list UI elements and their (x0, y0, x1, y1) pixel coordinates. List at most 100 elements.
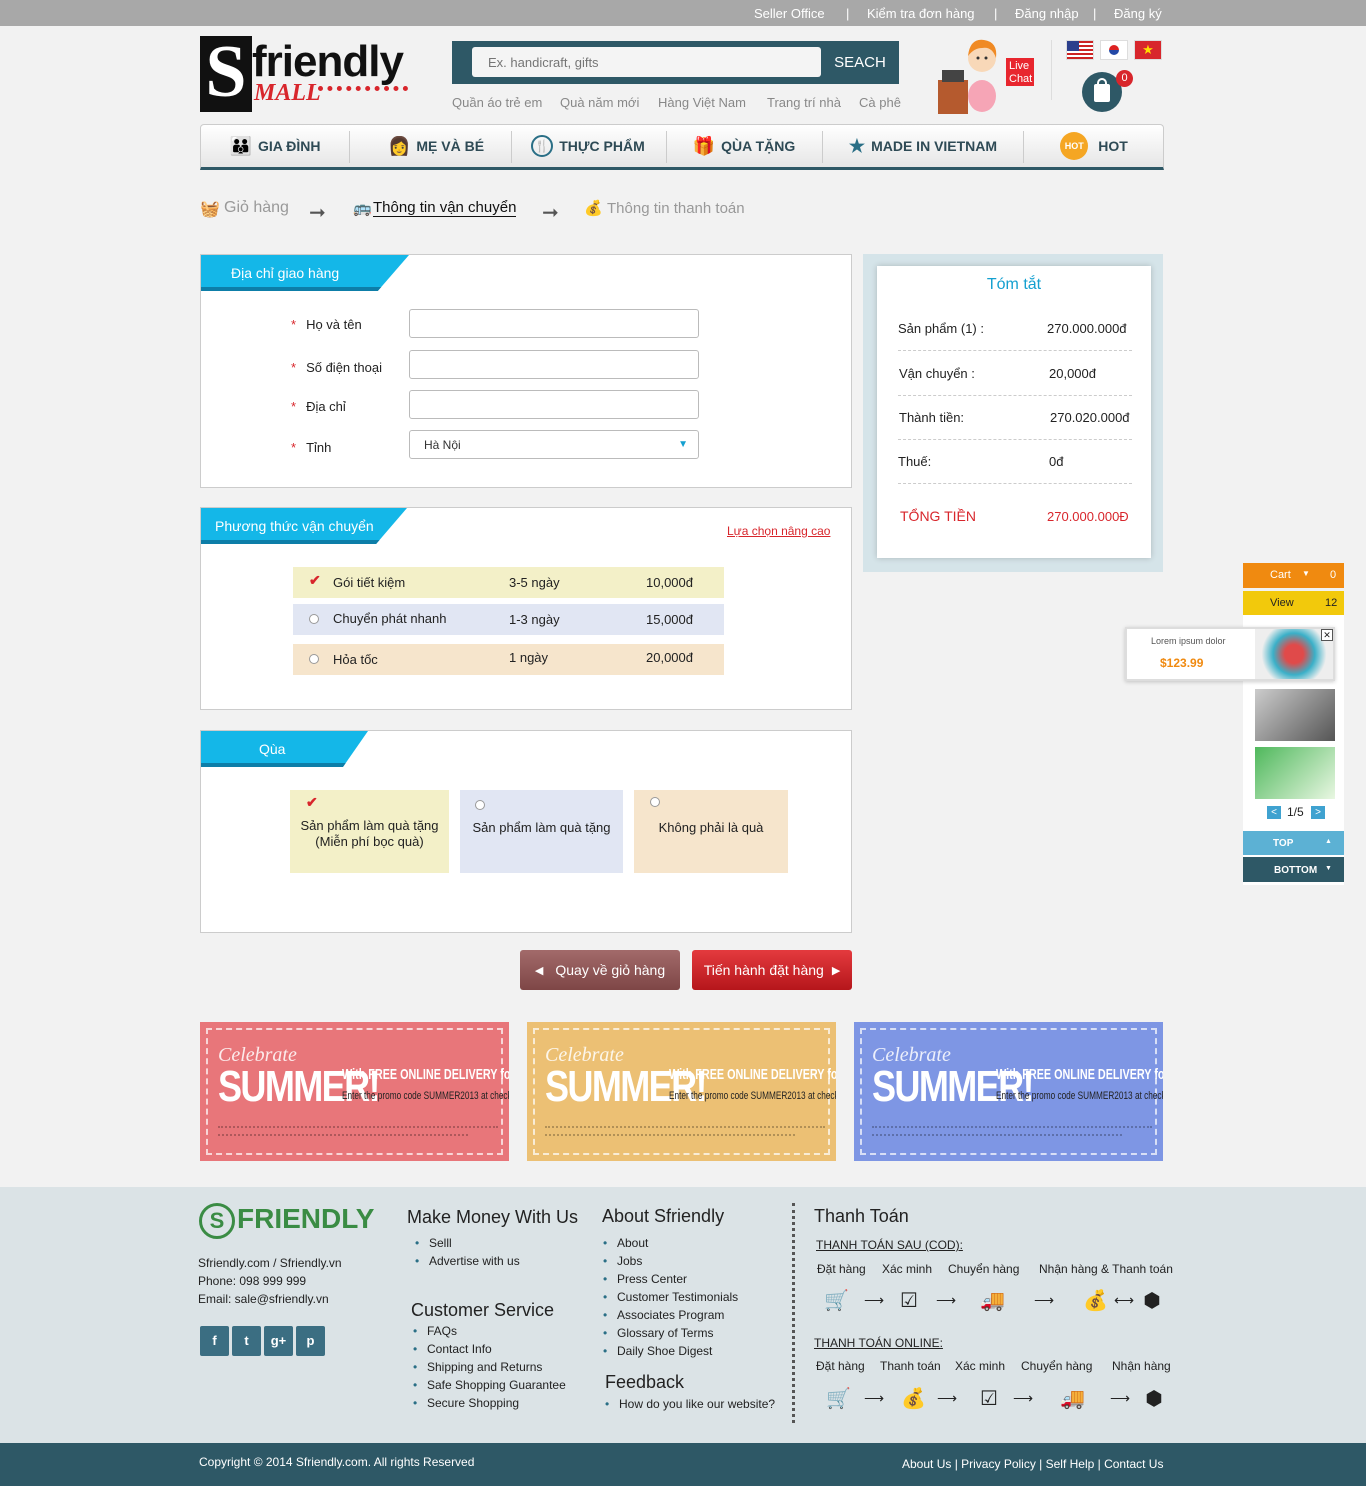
quick-link[interactable]: Quà năm mới (560, 95, 639, 110)
footer-link[interactable]: Safe Shopping Guarantee (413, 1378, 566, 1392)
checklist-icon: ☑ (980, 1388, 998, 1410)
prev-icon[interactable]: < (1267, 806, 1281, 819)
address-field[interactable] (409, 390, 699, 419)
footer-link[interactable]: How do you like our website? (605, 1397, 775, 1411)
us-flag-icon[interactable] (1066, 40, 1094, 60)
shipping-option[interactable]: ✔ Gói tiết kiệm 3-5 ngày 10,000đ (293, 567, 724, 598)
nav-item-made-in-vietnam[interactable]: ★ MADE IN VIETNAM (823, 125, 1023, 167)
footer-link[interactable]: Glossary of Terms (603, 1326, 714, 1340)
step-payment[interactable]: Thông tin thanh toán (607, 200, 745, 217)
radio-button[interactable] (650, 797, 660, 807)
gift-option[interactable]: Sản phẩm làm quà tặng (460, 790, 623, 873)
close-icon[interactable]: ✕ (1321, 629, 1333, 641)
promo-banner[interactable]: Celebrate SUMMER! With FREE ONLINE DELIV… (527, 1022, 836, 1161)
side-view-button[interactable]: View 12 (1243, 591, 1344, 615)
gift-panel: Qùa ✔ Sản phẩm làm quà tặng (Miễn phí bọ… (200, 730, 852, 933)
facebook-icon[interactable]: f (200, 1326, 229, 1356)
promo-code: Enter the promo code SUMMER2013 at check… (669, 1090, 836, 1102)
product-thumb[interactable] (1255, 689, 1335, 741)
radio-button[interactable] (475, 800, 485, 810)
footer-link[interactable]: Press Center (603, 1272, 687, 1286)
checkout-button[interactable]: Tiến hành đặt hàng ▶ (692, 950, 852, 990)
footer-link[interactable]: Contact Info (413, 1342, 492, 1356)
seller-office-link[interactable]: Seller Office (754, 6, 825, 21)
step-cart[interactable]: Giỏ hàng (224, 199, 289, 217)
promo-delivery: With FREE ONLINE DELIVERY for 5 days!* (669, 1066, 836, 1083)
vietnam-flag-icon[interactable]: ★ (1134, 40, 1162, 60)
korea-flag-icon[interactable] (1100, 40, 1128, 60)
fullname-field[interactable] (409, 309, 699, 338)
gift-icon: 🎁 (692, 135, 716, 156)
footer-link[interactable]: Customer Testimonials (603, 1290, 738, 1304)
footer-brand: FRIENDLY (237, 1203, 375, 1234)
shipping-option[interactable]: Hỏa tốc 1 ngày 20,000đ (293, 644, 724, 675)
phone-label: * Số điện thoại (291, 360, 382, 375)
footer-link[interactable]: Jobs (603, 1254, 643, 1268)
nav-item-food[interactable]: 🍴 THỰC PHẨM (513, 125, 663, 167)
product-thumb[interactable] (1255, 747, 1335, 799)
product-price: $123.99 (1160, 656, 1204, 670)
mother-baby-icon: 👩 (387, 135, 411, 156)
shipping-option[interactable]: Chuyển phát nhanh 1-3 ngày 15,000đ (293, 604, 724, 635)
back-to-cart-button[interactable]: ◀ Quay về giỏ hàng (520, 950, 680, 990)
gift-option[interactable]: Không phải là quà (634, 790, 788, 873)
product-name: Lorem ipsum dolor (1151, 636, 1226, 646)
money-bag-icon: 💰 (1083, 1290, 1108, 1312)
search-button[interactable]: SEACH (821, 41, 899, 84)
scroll-bottom-button[interactable]: BOTTOM ▼ (1243, 857, 1344, 882)
footer-link[interactable]: FAQs (413, 1324, 457, 1338)
arrow-right-icon: ⟶ (1110, 1390, 1131, 1406)
footer-contact: Sfriendly.com / Sfriendly.vn (198, 1256, 342, 1270)
gift-option[interactable]: ✔ Sản phẩm làm quà tặng (Miễn phí bọc qu… (290, 790, 449, 873)
nav-item-hot[interactable]: HOT HOT (1024, 125, 1164, 167)
province-select[interactable]: Hà Nội ▼ (409, 430, 699, 459)
arrow-right-icon: ➞ (309, 202, 326, 224)
step-shipping[interactable]: Thông tin vận chuyển (373, 199, 517, 217)
side-cart-button[interactable]: Cart ▼ 0 (1243, 563, 1344, 588)
logo-word: friendly (252, 37, 404, 86)
nav-item-family[interactable]: 👪 GIA ĐÌNH (201, 125, 349, 167)
promo-banner[interactable]: Celebrate SUMMER! With FREE ONLINE DELIV… (200, 1022, 509, 1161)
footer-link[interactable]: Advertise with us (415, 1254, 520, 1268)
order-summary: Tóm tắt Sản phẩm (1) :270.000.000đ Vận c… (877, 266, 1151, 558)
logo[interactable]: S friendly MALL (200, 35, 416, 112)
footer-contact: Phone: 098 999 999 (198, 1274, 307, 1288)
cart-button[interactable]: 0 (1082, 70, 1133, 112)
scroll-top-button[interactable]: TOP ▲ (1243, 831, 1344, 855)
footer-link[interactable]: Associates Program (603, 1308, 724, 1322)
twitter-icon[interactable]: t (232, 1326, 261, 1356)
order-check-link[interactable]: Kiểm tra đơn hàng (867, 6, 975, 21)
quick-link[interactable]: Trang trí nhà (767, 95, 841, 110)
search-input[interactable] (472, 47, 821, 77)
footer-link[interactable]: Shipping and Returns (413, 1360, 542, 1374)
login-link[interactable]: Đăng nhập (1015, 6, 1079, 21)
footer-link[interactable]: Daily Shoe Digest (603, 1344, 712, 1358)
footer-link[interactable]: About (603, 1236, 649, 1250)
quick-link[interactable]: Cà phê (859, 95, 901, 110)
quick-link[interactable]: Quần áo trẻ em (452, 95, 542, 110)
footer-link[interactable]: Secure Shopping (413, 1396, 519, 1410)
bottom-links[interactable]: About Us | Privacy Policy | Self Help | … (902, 1457, 1163, 1471)
product-popup[interactable]: Lorem ipsum dolor $123.99 ✕ (1125, 627, 1335, 681)
radio-button[interactable] (309, 654, 319, 664)
promo-banner[interactable]: Celebrate SUMMER! With FREE ONLINE DELIV… (854, 1022, 1163, 1161)
nav-item-mother-baby[interactable]: 👩 MẸ VÀ BÉ (361, 125, 511, 167)
footer-link[interactable]: Selll (415, 1236, 451, 1250)
radio-button[interactable] (309, 614, 319, 624)
promo-fine-print (872, 1134, 1122, 1136)
chevron-down-icon: ▼ (1325, 865, 1332, 872)
register-link[interactable]: Đăng ký (1114, 6, 1162, 21)
hot-badge-icon: HOT (1060, 132, 1089, 160)
promo-fine-print (872, 1126, 1152, 1128)
quick-link[interactable]: Hàng Việt Nam (658, 95, 746, 110)
arrow-right-icon: ▶ (831, 964, 841, 977)
pinterest-icon[interactable]: p (296, 1326, 325, 1356)
live-chat[interactable]: Live Chat (934, 32, 1036, 116)
next-icon[interactable]: > (1311, 806, 1325, 819)
nav-item-gifts[interactable]: 🎁 QÙA TẶNG (666, 125, 822, 167)
google-plus-icon[interactable]: g+ (264, 1326, 293, 1356)
advanced-options-link[interactable]: Lựa chọn nâng cao (727, 524, 830, 538)
nav-label: MẸ VÀ BÉ (416, 138, 485, 154)
language-flags: ★ (1066, 40, 1166, 62)
phone-field[interactable] (409, 350, 699, 379)
